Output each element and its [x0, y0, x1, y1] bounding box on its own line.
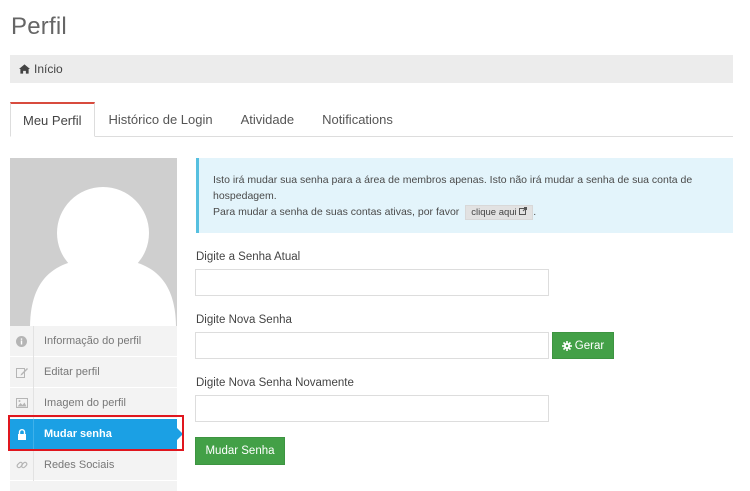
tab-atividade[interactable]: Atividade — [227, 102, 308, 137]
breadcrumb-home-link[interactable]: Início — [34, 62, 63, 76]
user-silhouette-icon — [30, 187, 176, 326]
image-icon — [10, 387, 34, 419]
breadcrumb: Início — [10, 55, 733, 83]
confirm-password-input[interactable] — [195, 395, 549, 422]
menu-item-editar-perfil[interactable]: Editar perfil — [10, 356, 177, 388]
menu-item-imagem-perfil[interactable]: Imagem do perfil — [10, 387, 177, 419]
info-text-line2: Para mudar a senha de suas contas ativas… — [213, 204, 537, 220]
generate-password-button[interactable]: Gerar — [552, 332, 614, 359]
profile-menu: Informação do perfil Editar perfil Image… — [10, 325, 183, 481]
profile-sidebar: Informação do perfil Editar perfil Image… — [10, 158, 183, 491]
tab-notifications[interactable]: Notifications — [308, 102, 407, 137]
info-icon — [10, 325, 34, 357]
new-password-label: Digite Nova Senha — [196, 314, 292, 326]
menu-item-redes-sociais[interactable]: Redes Sociais — [10, 449, 177, 481]
info-text: Isto irá mudar sua senha para a área de … — [213, 174, 693, 202]
profile-tabs: Meu Perfil Histórico de Login Atividade … — [10, 102, 733, 137]
menu-item-label: Informação do perfil — [44, 335, 142, 347]
tab-meu-perfil[interactable]: Meu Perfil — [10, 102, 95, 137]
confirm-password-label: Digite Nova Senha Novamente — [196, 377, 354, 389]
menu-item-label: Redes Sociais — [44, 459, 115, 471]
home-icon — [19, 64, 30, 74]
avatar — [10, 158, 177, 326]
info-alert: Isto irá mudar sua senha para a área de … — [196, 158, 733, 233]
new-password-input[interactable] — [195, 332, 549, 359]
menu-item-mudar-senha[interactable]: Mudar senha — [10, 418, 183, 450]
lock-icon — [10, 418, 34, 450]
menu-item-label: Mudar senha — [44, 428, 112, 440]
current-password-input[interactable] — [195, 269, 549, 296]
clique-aqui-link[interactable]: clique aqui — [465, 204, 534, 220]
page-title: Perfil — [11, 13, 67, 40]
tab-historico-login[interactable]: Histórico de Login — [95, 102, 227, 137]
submit-change-password-button[interactable]: Mudar Senha — [195, 437, 285, 465]
menu-item-informacao-perfil[interactable]: Informação do perfil — [10, 325, 177, 357]
external-link-icon — [519, 206, 528, 215]
menu-item-label: Imagem do perfil — [44, 397, 126, 409]
current-password-label: Digite a Senha Atual — [196, 251, 301, 263]
edit-icon — [10, 356, 34, 388]
gear-icon — [561, 340, 572, 351]
link-icon — [10, 449, 34, 481]
menu-item-label: Editar perfil — [44, 366, 100, 378]
